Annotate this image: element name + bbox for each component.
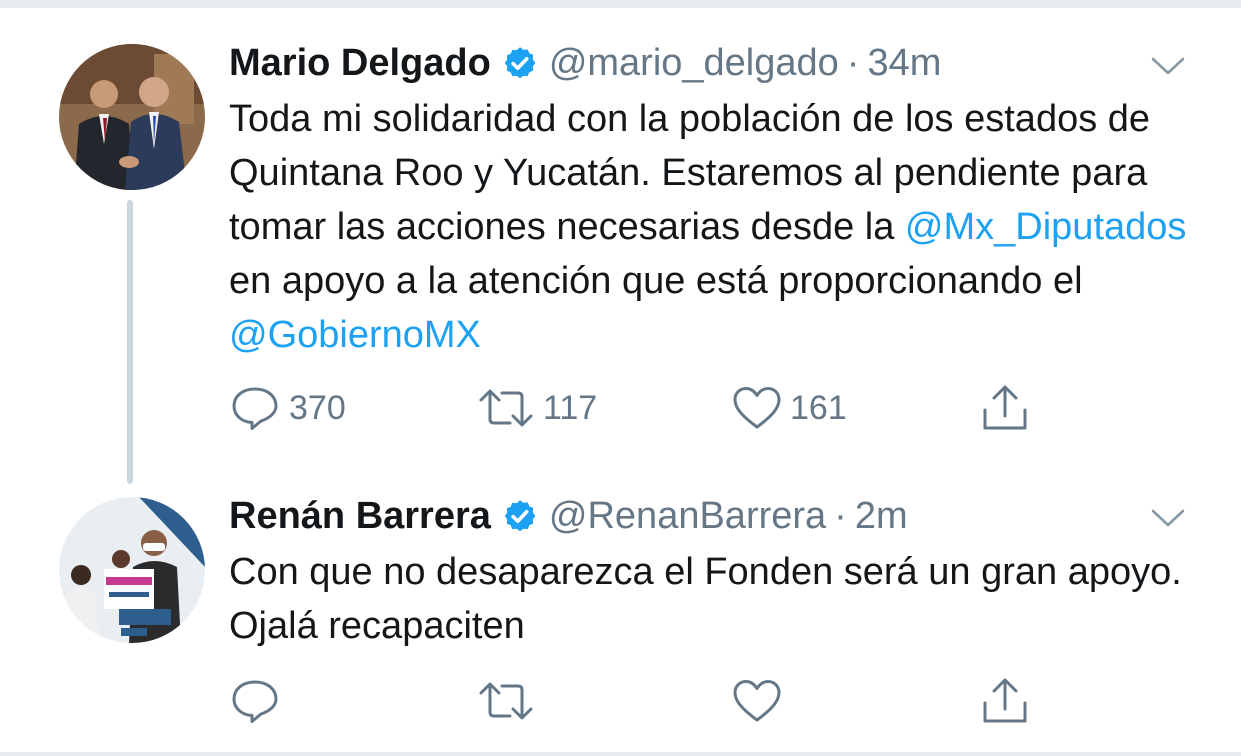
- tweet-text: Con que no desaparezca el Fonden será un…: [229, 551, 1182, 647]
- like-icon: [733, 387, 781, 429]
- separator-dot: ·: [834, 495, 847, 537]
- verified-badge-icon: [504, 47, 536, 79]
- reply-button[interactable]: [229, 676, 281, 726]
- top-divider: [0, 0, 1241, 8]
- retweet-icon: [479, 389, 533, 427]
- like-button[interactable]: 161: [732, 383, 847, 433]
- bottom-divider: [0, 752, 1241, 756]
- tweet-timestamp[interactable]: 2m: [855, 493, 908, 539]
- tweet-actions: 370 117 161: [229, 383, 1049, 433]
- chevron-down-icon[interactable]: [1151, 56, 1185, 76]
- reply-icon: [232, 680, 278, 723]
- reply-count: 370: [289, 389, 346, 427]
- tweet-text: Toda mi solidaridad con la población de …: [229, 92, 1189, 362]
- author-handle[interactable]: @RenanBarrera: [549, 493, 826, 539]
- share-button[interactable]: [980, 383, 1030, 433]
- separator-dot: ·: [846, 42, 860, 84]
- thread-connector-line: [127, 200, 133, 484]
- share-icon: [983, 678, 1027, 723]
- chevron-down-icon[interactable]: [1151, 508, 1185, 528]
- tweet-header: Renán Barrera @RenanBarrera · 2m: [229, 493, 908, 539]
- like-count: 161: [790, 389, 847, 427]
- author-name[interactable]: Mario Delgado: [229, 40, 491, 86]
- avatar[interactable]: [59, 44, 205, 190]
- share-button[interactable]: [980, 676, 1030, 726]
- verified-badge-icon: [504, 500, 536, 532]
- like-button[interactable]: [732, 676, 782, 726]
- like-icon: [733, 680, 781, 722]
- author-name[interactable]: Renán Barrera: [229, 493, 491, 539]
- retweet-icon: [479, 682, 533, 720]
- tweet-header: Mario Delgado @mario_delgado · 34m: [229, 40, 941, 86]
- avatar[interactable]: [59, 497, 205, 643]
- retweet-count: 117: [543, 389, 598, 427]
- retweet-button[interactable]: 117: [477, 383, 597, 433]
- tweet-timestamp[interactable]: 34m: [867, 40, 941, 86]
- text-segment: en apoyo a la atención que está proporci…: [229, 260, 1083, 302]
- retweet-button[interactable]: [477, 676, 535, 726]
- mention-link[interactable]: @GobiernoMX: [229, 314, 481, 356]
- tweet-actions: [229, 676, 1049, 726]
- reply-icon: [232, 387, 278, 430]
- share-icon: [983, 385, 1027, 430]
- mention-link[interactable]: @Mx_Diputados: [905, 206, 1186, 248]
- reply-button[interactable]: 370: [229, 383, 346, 433]
- author-handle[interactable]: @mario_delgado: [549, 40, 839, 86]
